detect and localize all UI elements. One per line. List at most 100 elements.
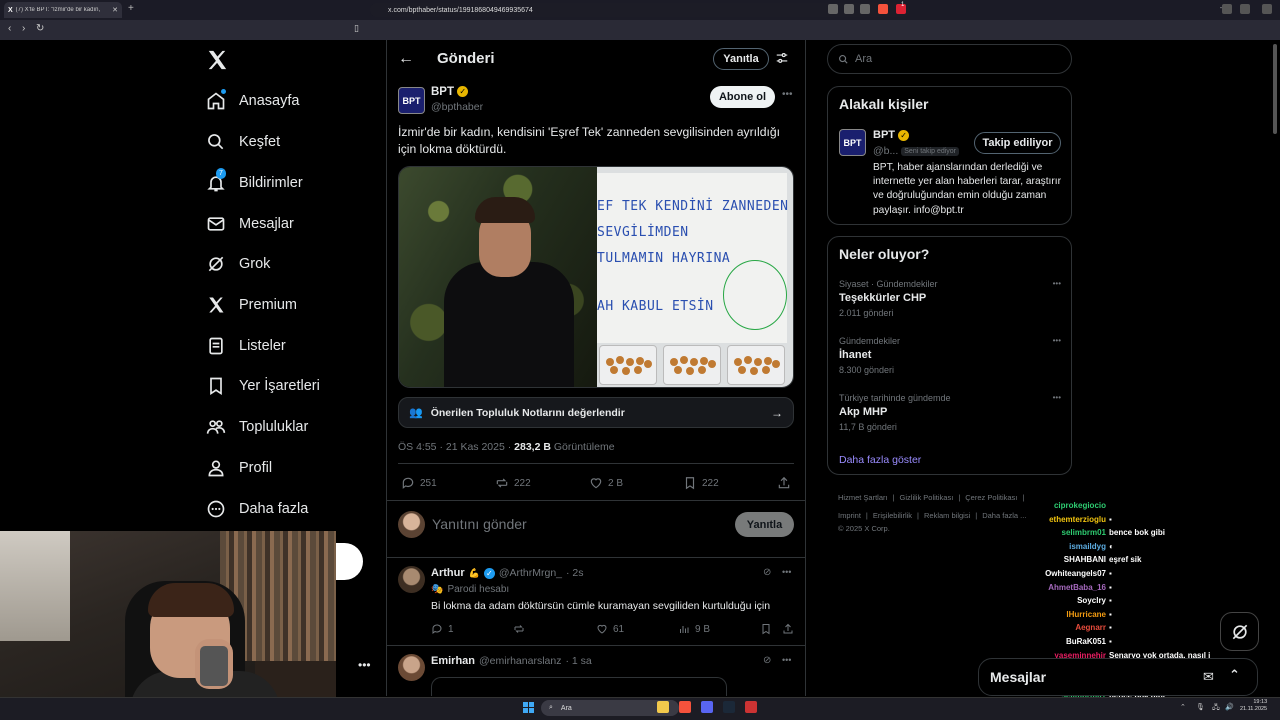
reply-author-handle[interactable]: @ArthrMrgn_ — [499, 567, 562, 579]
footer-link[interactable]: Gizlilik Politikası — [900, 493, 954, 502]
related-name-row[interactable]: BPT ✓ — [873, 129, 910, 141]
grok-explain-icon[interactable]: ⊘ — [763, 655, 771, 666]
discord-icon[interactable] — [701, 701, 713, 713]
current-user-avatar[interactable] — [398, 511, 425, 538]
reply-time[interactable]: · 1 sa — [565, 655, 591, 667]
reply-views-action[interactable]: 9 B — [678, 623, 710, 635]
trend-item[interactable]: Siyaset · Gündemdekiler Teşekkürler CHP … — [839, 279, 1061, 318]
post-button-partial[interactable] — [336, 543, 363, 580]
footer-link[interactable]: Daha fazla ... — [982, 511, 1026, 520]
account-more-icon[interactable]: ••• — [358, 658, 371, 672]
reply-author-name[interactable]: Emirhan — [431, 655, 475, 667]
sidebar-toggle-icon[interactable] — [1222, 4, 1232, 14]
clock[interactable]: 19:13 21.11.2025 — [1240, 699, 1267, 713]
footer-link[interactable]: Reklam bilgisi — [924, 511, 970, 520]
tab-close-icon[interactable]: ✕ — [112, 6, 118, 14]
footer-link[interactable]: Imprint — [838, 511, 861, 520]
grok-floating-button[interactable] — [1220, 612, 1259, 651]
zoom-icon[interactable] — [844, 4, 854, 14]
reply-repost-action[interactable] — [513, 623, 525, 635]
bookmark-page-icon[interactable]: ▯ — [354, 23, 359, 34]
wallet-icon[interactable] — [1240, 4, 1250, 14]
mic-icon[interactable]: 🎙 — [1196, 703, 1205, 711]
share-icon[interactable] — [860, 4, 870, 14]
windows-start-icon[interactable] — [523, 702, 534, 713]
volume-icon[interactable]: 🔊 — [1225, 703, 1234, 711]
post-time[interactable]: ÖS 4:55 · 21 Kas 2025 · — [398, 441, 514, 453]
author-avatar[interactable]: BPT — [398, 87, 425, 114]
file-explorer-icon[interactable] — [657, 701, 669, 713]
new-message-icon[interactable]: ✉ — [1203, 669, 1214, 685]
bookmark-action[interactable]: 222 — [683, 476, 719, 490]
post-image[interactable]: EF TEK KENDİNİ ZANNEDEN SEVGİLİMDEN TULM… — [398, 166, 794, 388]
reply-avatar[interactable] — [398, 566, 425, 593]
extension-icon[interactable]: 1 — [896, 2, 906, 14]
like-action[interactable]: 2 B — [589, 476, 623, 490]
repost-action[interactable]: 222 — [495, 476, 531, 490]
header-reply-button[interactable]: Yanıtla — [713, 48, 769, 70]
steam-icon[interactable] — [723, 701, 735, 713]
author-name-row[interactable]: BPT ✓ — [431, 86, 469, 98]
trend-item[interactable]: Gündemdekiler İhanet 8.300 gönderi ••• — [839, 336, 1061, 375]
footer-link[interactable]: Çerez Politikası — [965, 493, 1017, 502]
grok-explain-icon[interactable]: ⊘ — [763, 567, 771, 578]
reply-bookmark-action[interactable] — [760, 623, 772, 635]
reply-author-name[interactable]: Arthur — [431, 567, 465, 579]
footer-link[interactable]: Hizmet Şartları — [838, 493, 888, 502]
reply-more-icon[interactable]: ••• — [782, 655, 791, 665]
app-icon[interactable] — [745, 701, 757, 713]
nav-home[interactable]: Anasayfa — [206, 89, 299, 112]
reply-submit-button[interactable]: Yanıtla — [735, 512, 794, 537]
sliders-icon[interactable] — [775, 51, 789, 70]
reply-media-card[interactable] — [431, 677, 727, 696]
related-name[interactable]: BPT — [873, 129, 895, 141]
following-button[interactable]: Takip ediliyor — [974, 132, 1061, 154]
nav-premium[interactable]: Premium — [206, 294, 297, 316]
reply-time[interactable]: · 2s — [566, 567, 584, 579]
reply-author-handle[interactable]: @emirhanarslanz — [479, 655, 561, 667]
nav-notifications[interactable]: 7 Bildirimler — [206, 168, 303, 194]
brave-taskbar-icon[interactable] — [679, 701, 691, 713]
author-name[interactable]: BPT — [431, 86, 454, 98]
reply-reply-action[interactable]: 1 — [431, 623, 454, 635]
related-avatar[interactable]: BPT — [839, 129, 866, 156]
back-arrow-icon[interactable]: ← — [398, 50, 414, 68]
reply-avatar[interactable] — [398, 654, 425, 681]
tray-chevron-icon[interactable]: ⌃ — [1180, 703, 1186, 711]
forward-arrow-icon[interactable]: › — [22, 23, 25, 34]
browser-menu-icon[interactable] — [1262, 4, 1272, 14]
related-handle[interactable]: @b... — [873, 145, 898, 157]
chevron-up-icon[interactable]: ⌃ — [1229, 667, 1240, 683]
trend-more-icon[interactable]: ••• — [1053, 393, 1061, 402]
cast-icon[interactable] — [828, 4, 838, 14]
network-icon[interactable]: 🖧 — [1212, 703, 1220, 714]
nav-bookmarks[interactable]: Yer İşaretleri — [206, 375, 320, 397]
x-logo-icon[interactable] — [206, 49, 228, 71]
back-arrow-icon[interactable]: ‹ — [8, 23, 11, 34]
trend-more-icon[interactable]: ••• — [1053, 336, 1061, 345]
author-handle[interactable]: @bpthaber — [431, 101, 483, 113]
trend-more-icon[interactable]: ••• — [1053, 279, 1061, 288]
nav-messages[interactable]: Mesajlar — [206, 213, 294, 235]
browser-tab[interactable]: X (7) X'te BPT: "İzmir'de bir kadın, ✕ — [4, 2, 122, 18]
share-action[interactable] — [777, 476, 791, 490]
page-scrollbar[interactable] — [1273, 44, 1277, 134]
nav-communities[interactable]: Topluluklar — [206, 416, 308, 438]
subscribe-button[interactable]: Abone ol — [710, 86, 775, 108]
trend-item[interactable]: Türkiye tarihinde gündemde Akp MHP 11,7 … — [839, 393, 1061, 432]
nav-grok[interactable]: Grok — [206, 253, 270, 275]
reply-input[interactable]: Yanıtını gönder — [432, 516, 527, 532]
nav-lists[interactable]: Listeler — [206, 335, 286, 357]
new-tab-button[interactable]: + — [128, 3, 134, 14]
reply-share-action[interactable] — [782, 623, 794, 635]
show-more-link[interactable]: Daha fazla göster — [839, 454, 921, 466]
messages-drawer[interactable]: Mesajlar ✉ ⌃ — [978, 658, 1258, 696]
nav-profile[interactable]: Profil — [206, 457, 272, 479]
reply-like-action[interactable]: 61 — [596, 623, 624, 635]
reply-more-icon[interactable]: ••• — [782, 567, 791, 577]
reply-action[interactable]: 251 — [401, 476, 437, 490]
nav-explore[interactable]: Keşfet — [206, 131, 280, 153]
search-input[interactable]: Ara — [827, 44, 1072, 74]
footer-link[interactable]: Erişilebilirlik — [873, 511, 912, 520]
brave-shield-icon[interactable] — [878, 4, 888, 14]
